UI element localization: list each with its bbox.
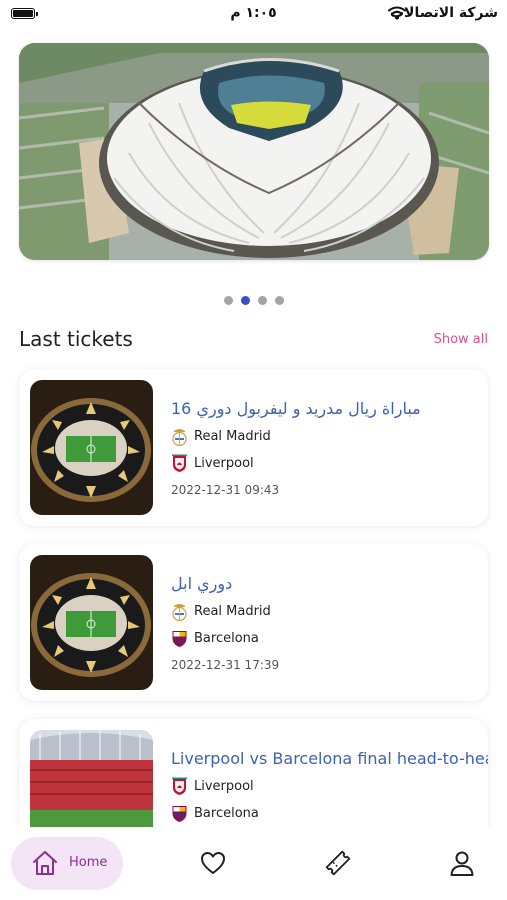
heart-icon[interactable] — [199, 849, 227, 877]
ticket-datetime: 2022-12-31 09:43 — [171, 483, 280, 497]
nav-home-label: Home — [69, 855, 108, 870]
stadium-thumbnail — [30, 380, 153, 515]
carousel-dot[interactable] — [257, 296, 267, 305]
carousel-pagination[interactable] — [0, 290, 507, 309]
bottom-navigation: Home — [0, 827, 507, 900]
carrier-name: شركة الاتصالات — [389, 5, 498, 21]
liverpool-crest-icon — [172, 777, 187, 795]
ticket-title: دوري ابل — [171, 574, 233, 593]
stadium-thumbnail — [30, 555, 153, 690]
liverpool-crest-icon — [172, 454, 187, 472]
ticket-title: Liverpool vs Barcelona final head-to-hea… — [171, 749, 488, 768]
carousel-dot-active[interactable] — [240, 296, 250, 305]
profile-icon[interactable] — [448, 849, 476, 877]
show-all-link[interactable]: Show all — [434, 332, 488, 347]
stadium-thumbnail — [30, 730, 153, 827]
home-icon — [33, 851, 57, 875]
section-title: Last tickets — [19, 327, 133, 351]
away-team-name: Liverpool — [194, 456, 254, 471]
ticket-icon[interactable] — [324, 849, 352, 877]
barcelona-crest-icon — [172, 631, 187, 647]
status-bar: ١:٠٥ م شركة الاتصالات — [0, 0, 507, 30]
ticket-datetime: 2022-12-31 17:39 — [171, 658, 280, 672]
home-team-name: Liverpool — [194, 779, 254, 794]
ticket-card[interactable]: دوري ابل Real Madrid Barcelona 2022-12-3… — [19, 544, 488, 701]
real-madrid-crest-icon — [172, 604, 187, 621]
carousel-dot[interactable] — [223, 296, 233, 305]
ticket-card[interactable]: Liverpool vs Barcelona final head-to-hea… — [19, 719, 488, 827]
ticket-card[interactable]: مباراة ريال مدريد و ليفربول دوري 16 Real… — [19, 369, 488, 526]
home-team-name: Real Madrid — [194, 429, 271, 444]
away-team-name: Barcelona — [194, 806, 259, 821]
nav-home-tab[interactable]: Home — [11, 837, 123, 890]
carousel-dot[interactable] — [274, 296, 284, 305]
stadium-banner-image[interactable] — [19, 43, 489, 260]
real-madrid-crest-icon — [172, 429, 187, 446]
ticket-title: مباراة ريال مدريد و ليفربول دوري 16 — [171, 399, 421, 418]
away-team-name: Barcelona — [194, 631, 259, 646]
barcelona-crest-icon — [172, 806, 187, 822]
home-team-name: Real Madrid — [194, 604, 271, 619]
